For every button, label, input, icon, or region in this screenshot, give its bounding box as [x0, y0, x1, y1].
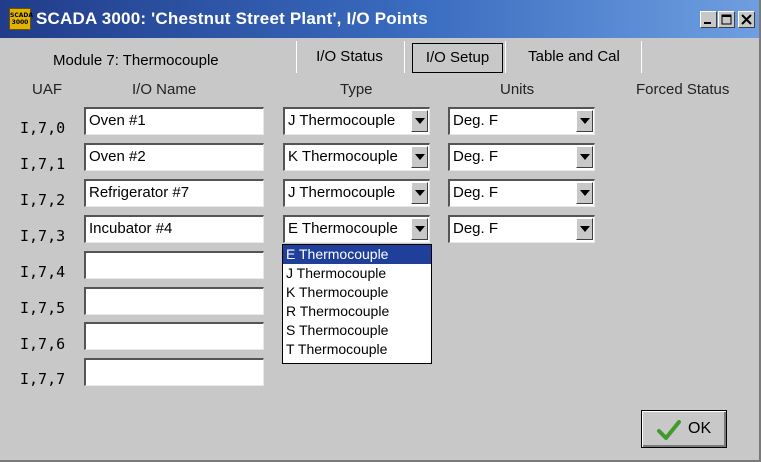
units-select[interactable]: Deg. F — [448, 107, 595, 135]
window-title: SCADA 3000: 'Chestnut Street Plant', I/O… — [36, 9, 428, 28]
uaf-label: I,7,6 — [20, 335, 66, 353]
io-name-input[interactable]: Refrigerator #7 — [84, 179, 264, 207]
uaf-label: I,7,5 — [20, 299, 66, 317]
tab-separator — [505, 41, 506, 73]
units-select-value: Deg. F — [453, 184, 499, 201]
dropdown-option[interactable]: K Thermocouple — [283, 283, 431, 302]
uaf-label: I,7,3 — [20, 227, 66, 245]
type-select-value: K Thermocouple — [288, 148, 398, 165]
uaf-label: I,7,0 — [20, 119, 66, 137]
type-select-value: E Thermocouple — [288, 220, 398, 237]
uaf-label: I,7,7 — [20, 370, 66, 388]
units-select[interactable]: Deg. F — [448, 143, 595, 171]
tab-io-status[interactable]: I/O Status — [297, 43, 402, 73]
ok-button[interactable]: OK — [641, 410, 727, 448]
units-select[interactable]: Deg. F — [448, 215, 595, 243]
uaf-label: I,7,4 — [20, 263, 66, 281]
chevron-down-icon[interactable] — [411, 110, 428, 132]
header-io-name: I/O Name — [132, 81, 197, 98]
ok-button-label: OK — [688, 420, 712, 437]
io-points-window: SCADA 3000 SCADA 3000: 'Chestnut Street … — [0, 0, 761, 462]
units-select-value: Deg. F — [453, 112, 499, 129]
minimize-button[interactable] — [700, 11, 717, 28]
dropdown-option[interactable]: T Thermocouple — [283, 340, 431, 359]
type-dropdown-list[interactable]: E Thermocouple J Thermocouple K Thermoco… — [282, 244, 432, 364]
chevron-down-icon[interactable] — [411, 146, 428, 168]
dropdown-option[interactable]: R Thermocouple — [283, 302, 431, 321]
dropdown-option[interactable]: S Thermocouple — [283, 321, 431, 340]
units-select-value: Deg. F — [453, 220, 499, 237]
maximize-icon — [721, 14, 732, 25]
chevron-down-icon[interactable] — [576, 182, 593, 204]
chevron-down-icon[interactable] — [576, 218, 593, 240]
dropdown-option[interactable]: J Thermocouple — [283, 264, 431, 283]
io-name-input[interactable] — [84, 358, 264, 386]
tab-io-setup[interactable]: I/O Setup — [412, 43, 503, 73]
chevron-down-icon[interactable] — [411, 218, 428, 240]
header-type: Type — [340, 81, 373, 98]
scada-app-icon[interactable]: SCADA 3000 — [9, 8, 33, 30]
units-select-value: Deg. F — [453, 148, 499, 165]
tab-table-and-cal[interactable]: Table and Cal — [507, 43, 641, 73]
header-units: Units — [500, 81, 535, 98]
module-label: Module 7: Thermocouple — [53, 52, 219, 69]
close-icon — [741, 14, 752, 25]
io-name-input[interactable] — [84, 322, 264, 350]
units-select[interactable]: Deg. F — [448, 179, 595, 207]
chevron-down-icon[interactable] — [411, 182, 428, 204]
chevron-down-icon[interactable] — [576, 110, 593, 132]
dropdown-option[interactable]: E Thermocouple — [283, 245, 431, 264]
header-forced-status: Forced Status — [636, 81, 730, 98]
io-name-input[interactable]: Oven #1 — [84, 107, 264, 135]
type-select[interactable]: J Thermocouple — [283, 107, 430, 135]
io-name-input[interactable]: Oven #2 — [84, 143, 264, 171]
type-select-value: J Thermocouple — [288, 112, 396, 129]
tab-separator — [641, 41, 642, 73]
uaf-label: I,7,2 — [20, 191, 66, 209]
io-name-input[interactable] — [84, 287, 264, 315]
io-name-input[interactable] — [84, 251, 264, 279]
io-name-input[interactable]: Incubator #4 — [84, 215, 264, 243]
minimize-icon — [704, 22, 711, 24]
type-select[interactable]: K Thermocouple — [283, 143, 430, 171]
type-select[interactable]: E Thermocouple — [283, 215, 430, 243]
checkmark-icon — [657, 420, 681, 440]
tab-separator — [404, 41, 405, 73]
maximize-button[interactable] — [718, 11, 735, 28]
type-select-value: J Thermocouple — [288, 184, 396, 201]
uaf-label: I,7,1 — [20, 155, 66, 173]
chevron-down-icon[interactable] — [576, 146, 593, 168]
type-select[interactable]: J Thermocouple — [283, 179, 430, 207]
close-button[interactable] — [738, 11, 755, 28]
title-bar[interactable]: SCADA 3000 SCADA 3000: 'Chestnut Street … — [0, 0, 759, 38]
header-uaf: UAF — [32, 81, 62, 98]
